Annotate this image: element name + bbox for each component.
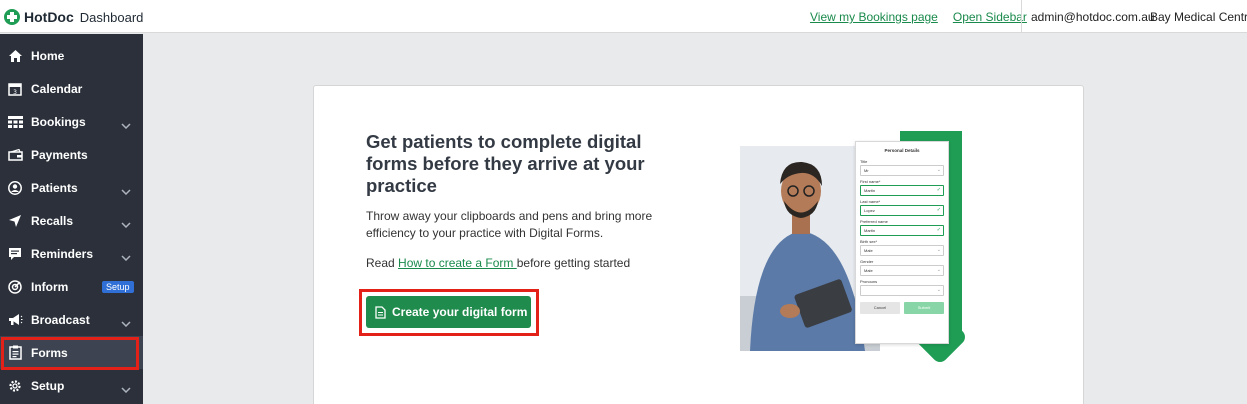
- practice-name[interactable]: Bay Medical Centre: [1150, 10, 1247, 24]
- hotdoc-logo-icon: [4, 9, 20, 25]
- sidebar-item-label: Home: [31, 48, 65, 63]
- form-preview-title: Personal Details: [884, 148, 920, 153]
- payments-icon: [7, 147, 23, 163]
- view-bookings-link[interactable]: View my Bookings page: [810, 10, 938, 24]
- svg-text:3: 3: [13, 89, 17, 96]
- chevron-down-icon: [121, 215, 131, 233]
- logo-name: HotDoc: [24, 9, 74, 25]
- form-field-value: Martin: [864, 228, 876, 233]
- document-icon: [375, 305, 386, 319]
- sidebar-item-label: Setup: [31, 378, 65, 393]
- reminders-icon: [7, 246, 23, 262]
- bookings-icon: [7, 114, 23, 130]
- form-field-label: First name*: [860, 179, 881, 184]
- chevron-down-icon: ⌄: [936, 287, 941, 293]
- sidebar-item-label: Recalls: [31, 213, 74, 228]
- sidebar-item-label: Broadcast: [31, 312, 90, 327]
- sidebar-item-setup[interactable]: Setup: [0, 369, 143, 402]
- form-field-label: Birth sex*: [860, 239, 878, 244]
- chevron-down-icon: [121, 248, 131, 266]
- form-field-title: Mr ⌄: [860, 165, 944, 176]
- sidebar: Home 3 Calendar Bookings Payments Patien…: [0, 34, 143, 404]
- form-field-value: Mr: [864, 168, 869, 173]
- sidebar-item-payments[interactable]: Payments: [0, 138, 143, 171]
- form-field-pronouns: ⌄: [860, 285, 944, 296]
- sidebar-item-reminders[interactable]: Reminders: [0, 237, 143, 270]
- sidebar-item-recalls[interactable]: Recalls: [0, 204, 143, 237]
- open-sidebar-link[interactable]: Open Sidebar: [953, 10, 1027, 24]
- sidebar-item-label: Patients: [31, 180, 78, 195]
- calendar-icon: 3: [7, 81, 23, 97]
- digital-forms-illustration: Personal Details Title Mr ⌄ First name* M…: [740, 131, 969, 366]
- recalls-icon: [7, 213, 23, 229]
- sidebar-item-forms[interactable]: Forms: [0, 336, 143, 369]
- inform-icon: [7, 279, 23, 295]
- form-field-preferred-name: Martin ✓: [860, 225, 944, 236]
- form-field-value: Martin: [864, 188, 876, 193]
- form-field-value: Male: [864, 248, 873, 253]
- how-to-create-form-link[interactable]: How to create a Form: [398, 256, 517, 270]
- form-field-first-name: Martin ✓: [860, 185, 944, 196]
- chevron-down-icon: [121, 314, 131, 332]
- sidebar-item-label: Calendar: [31, 81, 83, 96]
- form-field-label: Preferred name: [860, 219, 888, 224]
- chevron-down-icon: ⌄: [936, 267, 941, 273]
- page-heading: Get patients to complete digital forms b…: [366, 131, 645, 196]
- form-preview-submit: Submit: [904, 302, 944, 314]
- form-field-value: Lopez: [864, 208, 875, 213]
- intro-description: Throw away your clipboards and pens and …: [366, 209, 653, 240]
- form-field-label: Gender: [860, 259, 874, 264]
- create-digital-form-button[interactable]: Create your digital form: [366, 296, 531, 328]
- sidebar-item-calendar[interactable]: 3 Calendar: [0, 72, 143, 105]
- sidebar-item-patients[interactable]: Patients: [0, 171, 143, 204]
- sidebar-item-label: Payments: [31, 147, 88, 162]
- sidebar-item-inform[interactable]: Inform Setup: [0, 270, 143, 303]
- read-suffix: before getting started: [516, 256, 631, 270]
- form-field-gender: Male ⌄: [860, 265, 944, 276]
- sidebar-item-label: Reminders: [31, 246, 94, 261]
- read-prefix: Read: [366, 256, 399, 270]
- user-email[interactable]: admin@hotdoc.com.au: [1031, 10, 1155, 24]
- sidebar-item-label: Bookings: [31, 114, 86, 129]
- check-icon: ✓: [936, 187, 941, 193]
- chevron-down-icon: [121, 182, 131, 200]
- check-icon: ✓: [936, 207, 941, 213]
- form-field-last-name: Lopez ✓: [860, 205, 944, 216]
- sidebar-item-home[interactable]: Home: [0, 39, 143, 72]
- hotdoc-logo[interactable]: HotDoc Dashboard: [4, 9, 143, 25]
- form-field-label: Title: [860, 159, 868, 164]
- check-icon: ✓: [936, 227, 941, 233]
- form-field-birth-sex: Male ⌄: [860, 245, 944, 256]
- chevron-down-icon: [121, 116, 131, 134]
- gear-icon: [7, 378, 23, 394]
- read-guide-text: Read How to create a Form before getting…: [366, 256, 630, 270]
- setup-badge: Setup: [102, 281, 134, 293]
- logo-subtitle: Dashboard: [79, 9, 144, 25]
- sidebar-item-label: Inform: [31, 279, 69, 294]
- sidebar-item-broadcast[interactable]: Broadcast: [0, 303, 143, 336]
- chevron-down-icon: ⌄: [936, 167, 941, 173]
- patients-icon: [7, 180, 23, 196]
- chevron-down-icon: ⌄: [936, 247, 941, 253]
- sidebar-item-bookings[interactable]: Bookings: [0, 105, 143, 138]
- home-icon: [7, 48, 23, 64]
- personal-details-form-preview: Personal Details Title Mr ⌄ First name* M…: [855, 141, 949, 344]
- forms-icon: [7, 345, 23, 361]
- create-digital-form-label: Create your digital form: [392, 305, 528, 319]
- chevron-down-icon: [121, 380, 131, 398]
- form-preview-cancel: Cancel: [860, 302, 900, 314]
- topbar-divider: [1021, 0, 1022, 33]
- form-field-label: Last name*: [860, 199, 881, 204]
- form-field-value: Male: [864, 268, 873, 273]
- broadcast-icon: [7, 312, 23, 328]
- top-bar: HotDoc Dashboard View my Bookings page O…: [0, 0, 1247, 33]
- form-field-label: Pronouns: [860, 279, 878, 284]
- sidebar-item-label: Forms: [31, 345, 68, 360]
